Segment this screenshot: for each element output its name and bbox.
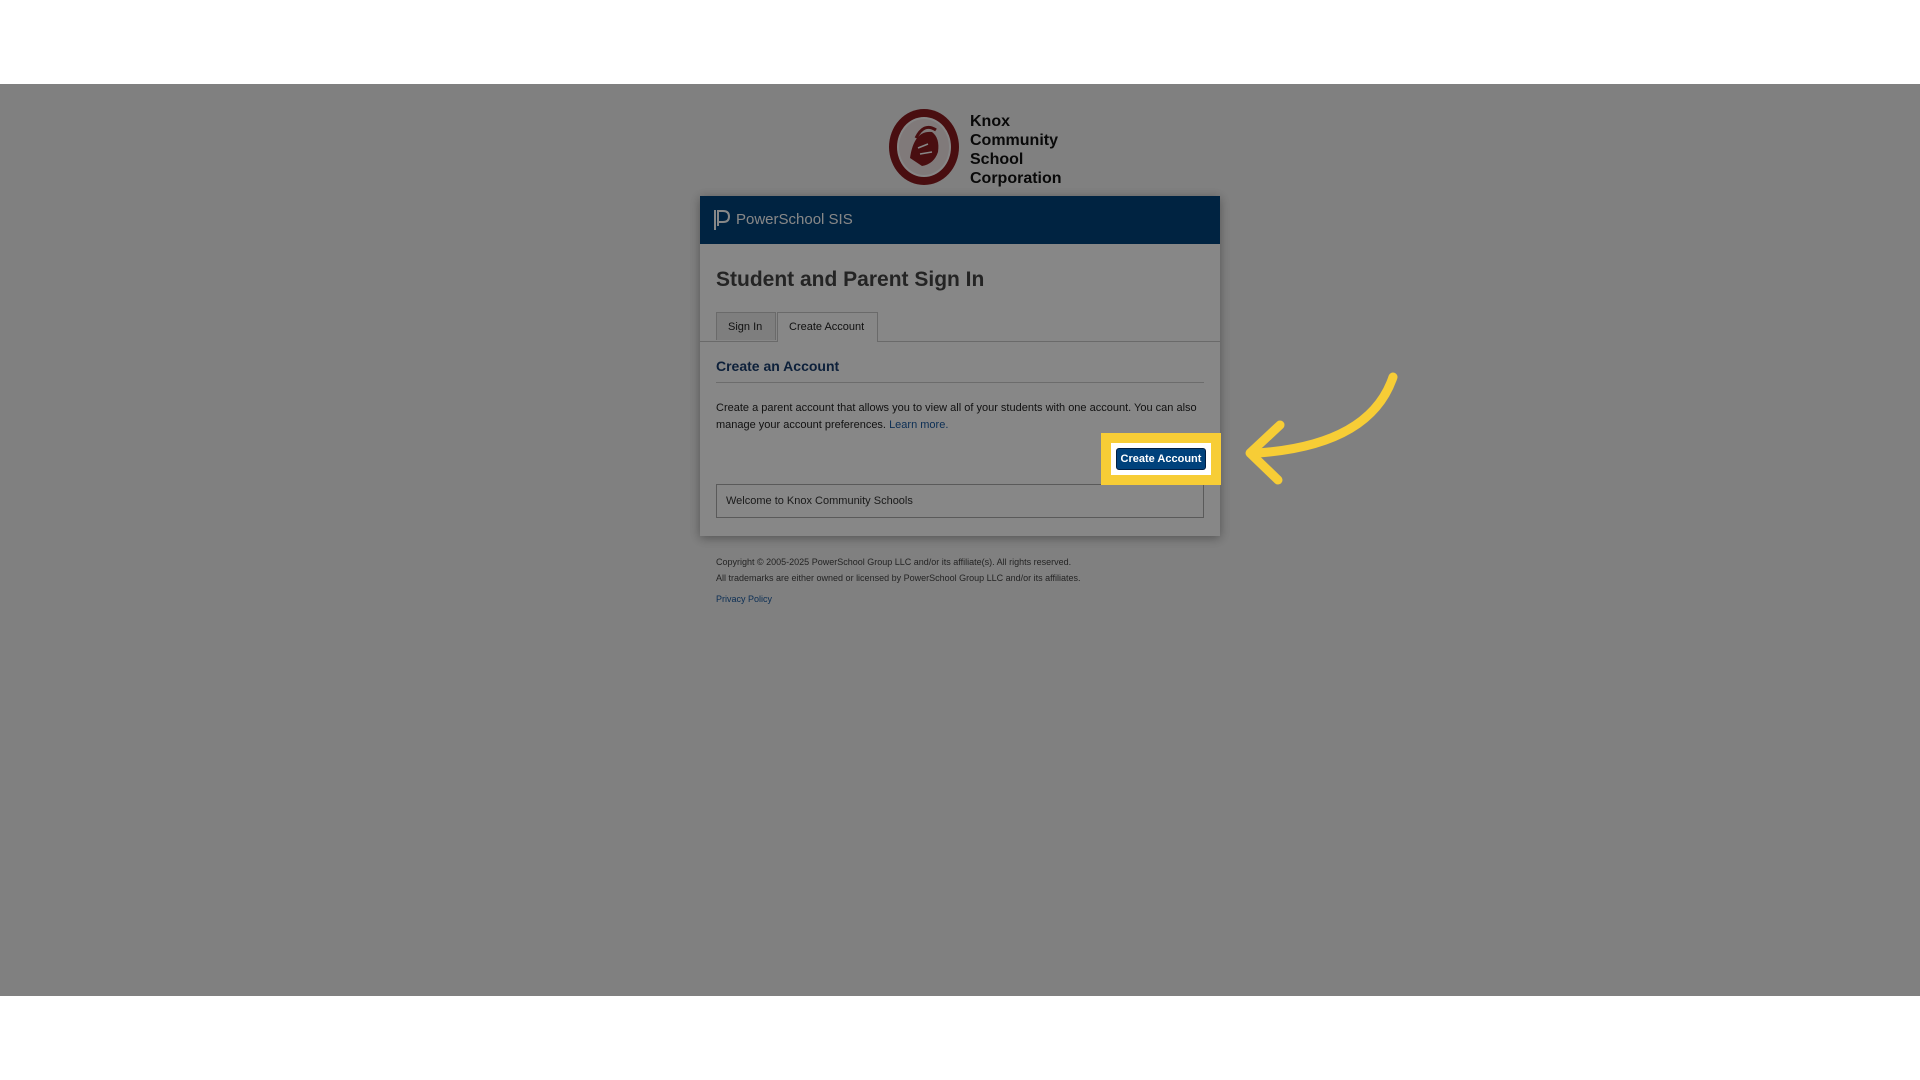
create-account-button[interactable]: Create Account	[1116, 448, 1206, 470]
callout-arrow-icon	[1245, 372, 1398, 485]
district-name-line: Knox	[970, 113, 1010, 130]
create-account-description: Create a parent account that allows you …	[716, 400, 1206, 434]
button-highlight: Create Account	[1101, 433, 1221, 485]
section-title: Create an Account	[716, 358, 1204, 383]
district-seal-icon	[889, 109, 959, 185]
app-header: PowerSchool SIS	[700, 196, 1220, 244]
trademark-text: All trademarks are either owned or licen…	[716, 573, 1081, 583]
tab-bar: Sign In Create Account	[700, 312, 1220, 342]
district-name: Knox Community School Corporation	[970, 112, 1062, 188]
description-text: Create a parent account that allows you …	[716, 402, 1197, 431]
page-title: Student and Parent Sign In	[716, 268, 985, 291]
district-logo: Knox Community School Corporation	[888, 108, 1088, 188]
footer: Copyright © 2005-2025 PowerSchool Group …	[716, 554, 1081, 607]
tab-sign-in[interactable]: Sign In	[716, 312, 776, 340]
welcome-message-box: Welcome to Knox Community Schools	[716, 484, 1204, 518]
page-background: Knox Community School Corporation PowerS…	[0, 84, 1920, 996]
tab-create-account[interactable]: Create Account	[777, 312, 878, 342]
highlight-inner: Create Account	[1111, 443, 1211, 475]
sign-in-card: PowerSchool SIS Student and Parent Sign …	[700, 196, 1220, 536]
district-name-line: Community	[970, 132, 1058, 149]
app-title: PowerSchool SIS	[736, 211, 853, 228]
privacy-policy-link[interactable]: Privacy Policy	[716, 591, 772, 607]
copyright-text: Copyright © 2005-2025 PowerSchool Group …	[716, 557, 1072, 567]
district-name-line: Corporation	[970, 170, 1062, 187]
district-name-line: School	[970, 151, 1024, 168]
powerschool-logo-icon	[714, 210, 731, 230]
learn-more-link[interactable]: Learn more.	[889, 419, 948, 431]
